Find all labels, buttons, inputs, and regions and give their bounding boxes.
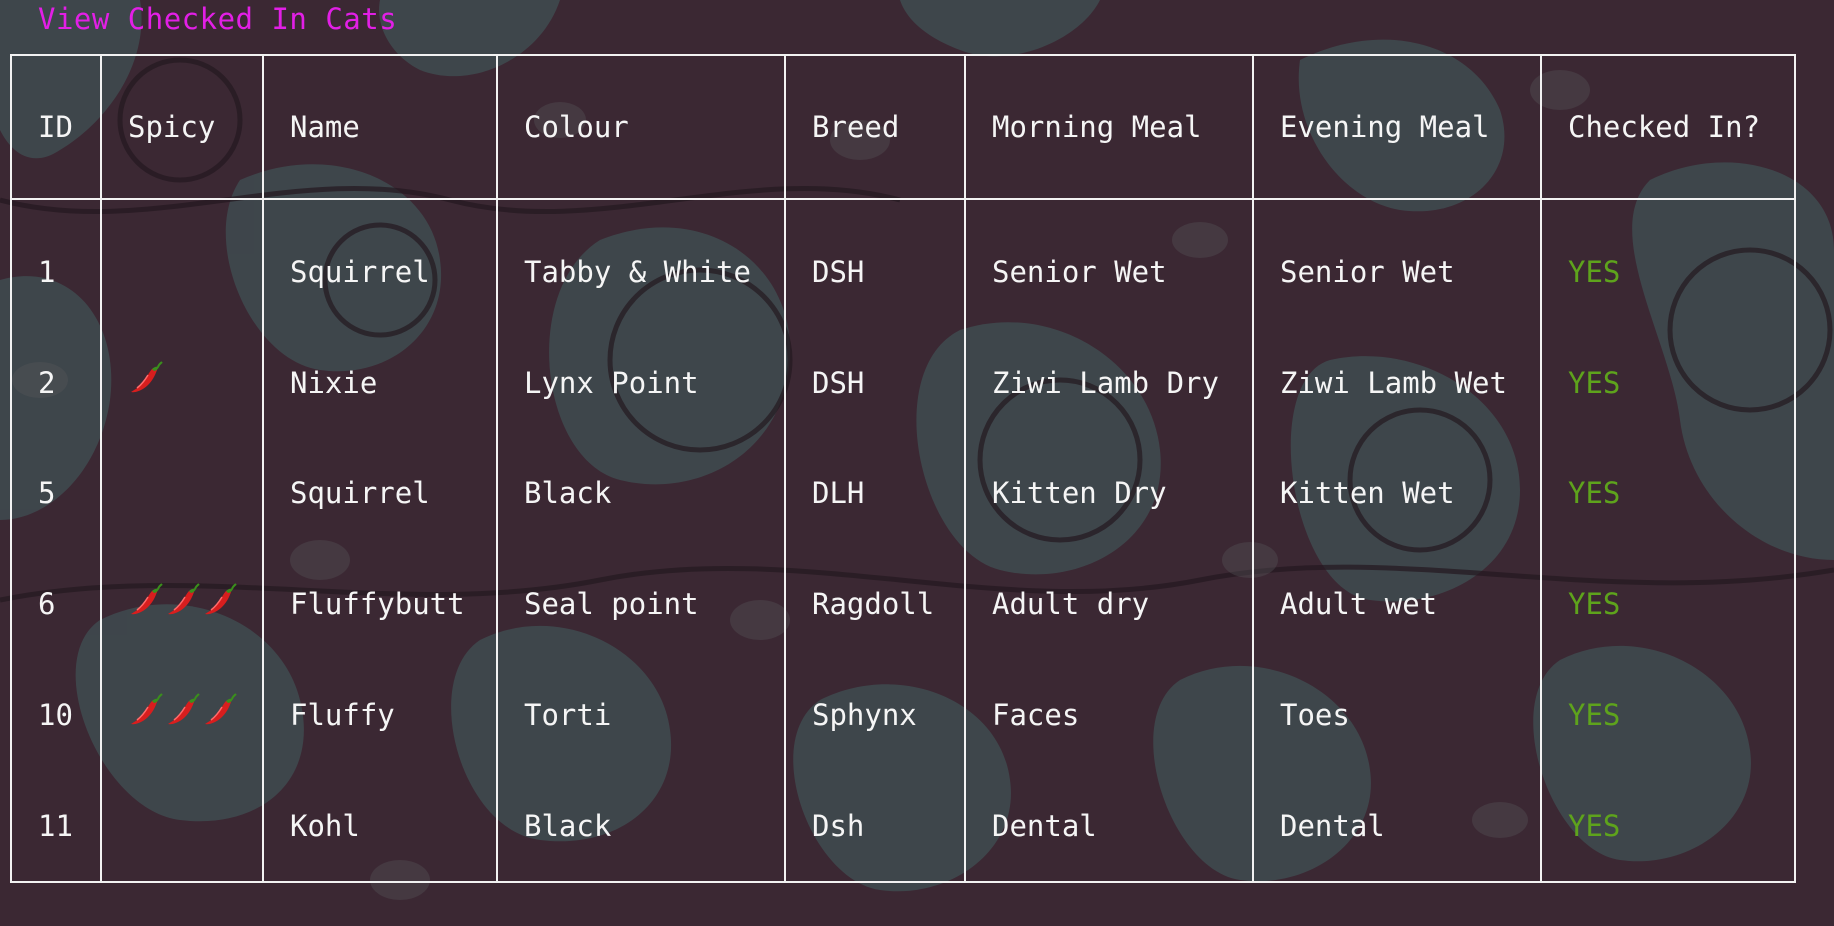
cell-morning-meal: Adult dry [964, 548, 1254, 660]
table-row: 2 Nixie Lynx Point DSH Ziwi Lamb Dry Ziwi Lam… [10, 327, 1796, 438]
cell-morning-meal: Dental [964, 770, 1254, 882]
cell-breed: DSH [784, 327, 966, 438]
cell-spicy [100, 199, 264, 328]
chilli-pepper-icon [131, 361, 163, 393]
cell-colour: Seal point [496, 548, 786, 660]
cell-colour: Black [496, 770, 786, 882]
cell-checked-in: YES [1540, 548, 1796, 660]
spicy-rating [128, 582, 238, 619]
column-header-name: Name [262, 55, 498, 200]
table-header-row: ID Spicy Name Colour Breed Morning Meal … [10, 55, 1796, 200]
column-header-morning-meal: Morning Meal [964, 55, 1254, 200]
cell-id: 6 [10, 548, 102, 660]
column-header-breed: Breed [784, 55, 966, 200]
cell-spicy [100, 327, 264, 438]
cell-morning-meal: Kitten Dry [964, 437, 1254, 549]
cell-spicy [100, 659, 264, 771]
cell-morning-meal: Senior Wet [964, 199, 1254, 328]
chilli-pepper-icon [131, 693, 163, 725]
chilli-pepper-icon [205, 582, 237, 614]
cell-checked-in: YES [1540, 437, 1796, 549]
cell-morning-meal: Faces [964, 659, 1254, 771]
cell-name: Squirrel [262, 437, 498, 549]
cell-checked-in: YES [1540, 770, 1796, 882]
cell-id: 11 [10, 770, 102, 882]
table-row: 10 Fluffy Torti Sphynx Faces Toes YES [10, 659, 1796, 771]
cell-name: Squirrel [262, 199, 498, 328]
cell-colour: Black [496, 437, 786, 549]
column-header-id: ID [10, 55, 102, 200]
cell-colour: Torti [496, 659, 786, 771]
table-row: 6 Fluffybutt Seal point Ragdoll Adult dry Adu… [10, 548, 1796, 660]
column-header-colour: Colour [496, 55, 786, 200]
checked-in-cats-table: ID Spicy Name Colour Breed Morning Meal … [10, 54, 1796, 883]
cell-evening-meal: Adult wet [1252, 548, 1542, 660]
cell-id: 1 [10, 199, 102, 328]
cell-morning-meal: Ziwi Lamb Dry [964, 327, 1254, 438]
column-header-checked-in: Checked In? [1540, 55, 1796, 200]
cell-checked-in: YES [1540, 327, 1796, 438]
cell-breed: Dsh [784, 770, 966, 882]
cell-name: Fluffybutt [262, 548, 498, 660]
cell-breed: DLH [784, 437, 966, 549]
view-checked-in-cats-link[interactable]: View Checked In Cats [38, 2, 397, 36]
spicy-rating [128, 361, 164, 397]
cell-id: 5 [10, 437, 102, 549]
cell-spicy [100, 548, 264, 660]
cell-spicy [100, 437, 264, 549]
column-header-evening-meal: Evening Meal [1252, 55, 1542, 200]
cell-name: Kohl [262, 770, 498, 882]
cell-id: 2 [10, 327, 102, 438]
cell-breed: Sphynx [784, 659, 966, 771]
cell-breed: Ragdoll [784, 548, 966, 660]
cell-name: Fluffy [262, 659, 498, 771]
table-row: 5 Squirrel Black DLH Kitten Dry Kitten Wet YES [10, 437, 1796, 549]
cell-evening-meal: Ziwi Lamb Wet [1252, 327, 1542, 438]
cell-evening-meal: Kitten Wet [1252, 437, 1542, 549]
cell-colour: Tabby & White [496, 199, 786, 328]
chilli-pepper-icon [168, 582, 200, 614]
column-header-spicy: Spicy [100, 55, 264, 200]
chilli-pepper-icon [168, 693, 200, 725]
cell-name: Nixie [262, 327, 498, 438]
cell-evening-meal: Toes [1252, 659, 1542, 771]
cell-checked-in: YES [1540, 199, 1796, 328]
cell-breed: DSH [784, 199, 966, 328]
chilli-pepper-icon [205, 693, 237, 725]
cell-evening-meal: Senior Wet [1252, 199, 1542, 328]
cell-id: 10 [10, 659, 102, 771]
cell-colour: Lynx Point [496, 327, 786, 438]
cell-evening-meal: Dental [1252, 770, 1542, 882]
cell-checked-in: YES [1540, 659, 1796, 771]
cell-spicy [100, 770, 264, 882]
table-row: 1 Squirrel Tabby & White DSH Senior Wet Senio… [10, 199, 1796, 328]
chilli-pepper-icon [131, 582, 163, 614]
table-row: 11 Kohl Black Dsh Dental Dental YES [10, 770, 1796, 882]
spicy-rating [128, 693, 238, 729]
